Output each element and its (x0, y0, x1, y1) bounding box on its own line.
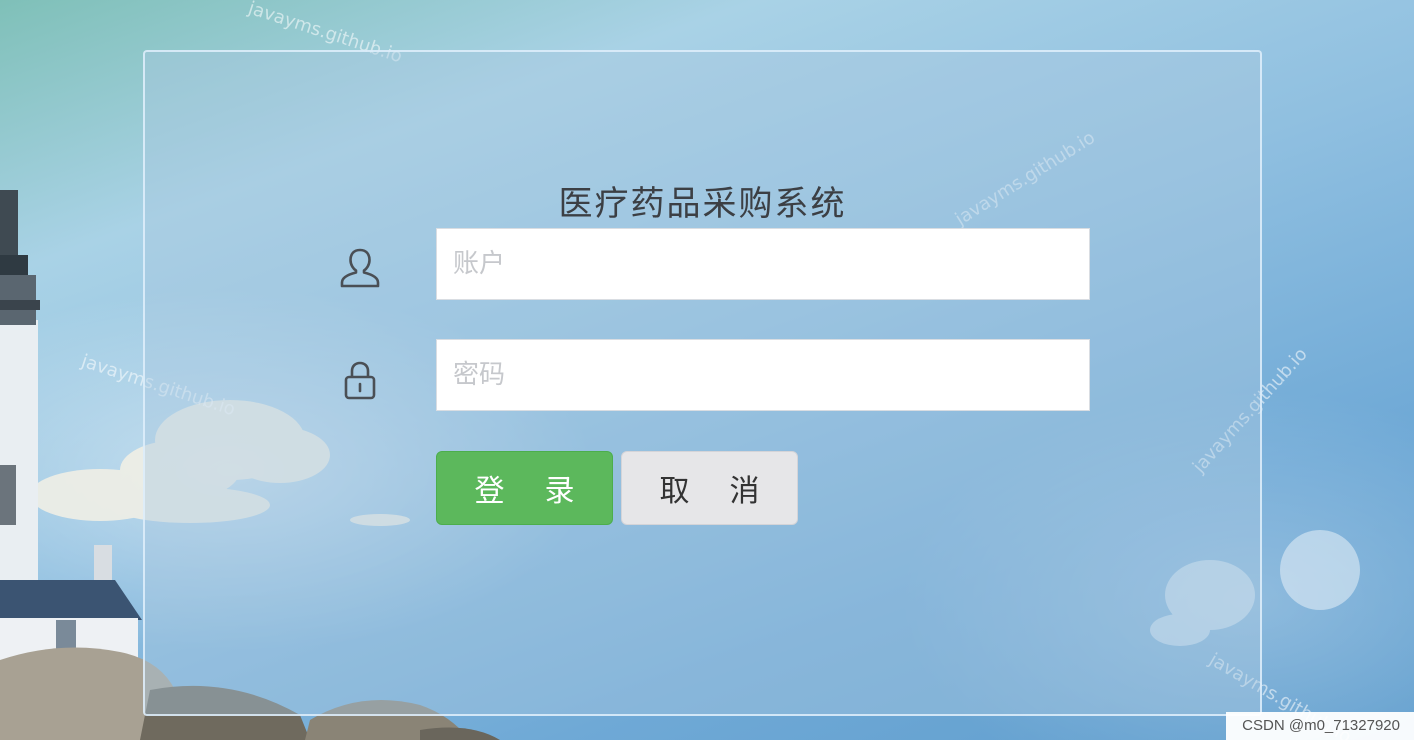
password-input[interactable] (437, 340, 1089, 410)
login-button[interactable]: 登 录 (436, 451, 613, 525)
account-input[interactable] (437, 229, 1089, 299)
password-field (436, 339, 1090, 411)
cancel-button[interactable]: 取 消 (621, 451, 798, 525)
login-button-char: 录 (544, 474, 575, 509)
user-icon (338, 246, 382, 290)
lock-icon (338, 358, 382, 402)
cancel-button-char: 消 (729, 474, 760, 509)
account-field (436, 228, 1090, 300)
cancel-button-char: 取 (659, 474, 690, 509)
login-button-char: 登 (474, 474, 505, 509)
page-title: 医疗药品采购系统 (558, 184, 847, 224)
lighthouse (0, 190, 40, 590)
login-page: javayms.github.io javayms.github.io java… (0, 0, 1414, 740)
csdn-attribution: CSDN @m0_71327920 (1226, 712, 1414, 740)
